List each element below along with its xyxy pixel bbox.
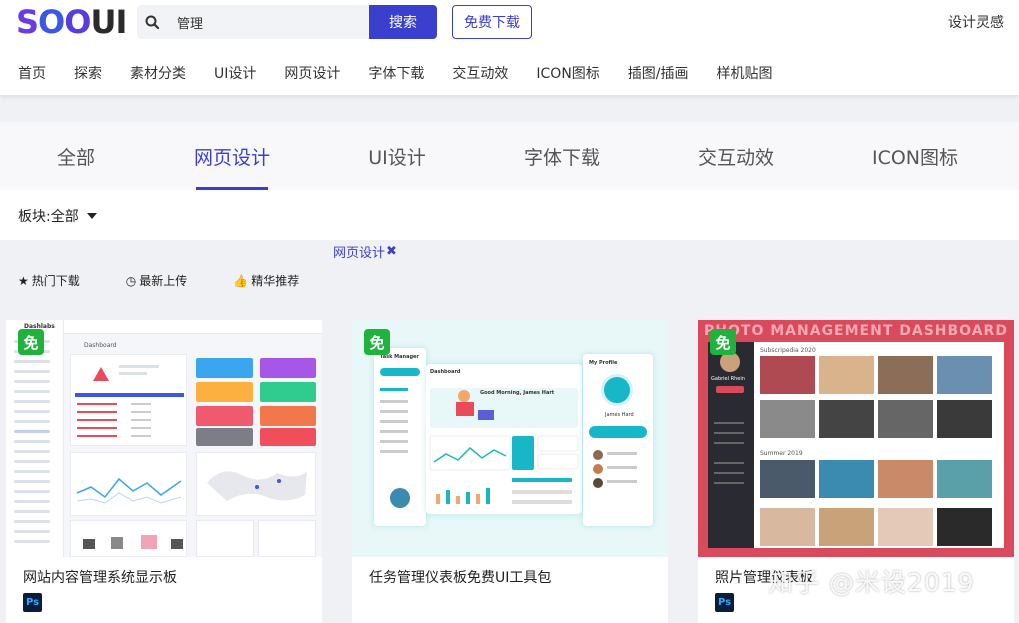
nav-item-motion[interactable]: 交互动效 bbox=[452, 62, 508, 86]
card-thumbnail[interactable]: Dashlabs Dashboard bbox=[6, 320, 322, 557]
sort-hot-downloads[interactable]: ★ 热门下载 bbox=[18, 272, 80, 289]
nav-item-explore[interactable]: 探索 bbox=[74, 62, 102, 86]
tab-fonts[interactable]: 字体下载 bbox=[524, 122, 600, 190]
search-box bbox=[137, 5, 369, 39]
active-filter-tag[interactable]: 网页设计 ✖ bbox=[333, 242, 397, 261]
design-inspiration-link[interactable]: 设计灵感 bbox=[948, 12, 1004, 32]
free-badge: 免 bbox=[710, 329, 736, 355]
free-badge: 免 bbox=[364, 329, 390, 355]
tab-all[interactable]: 全部 bbox=[57, 122, 95, 190]
clock-icon: ◷ bbox=[125, 273, 137, 288]
nav-item-illustration[interactable]: 插图/插画 bbox=[628, 62, 689, 86]
nav-item-web-design[interactable]: 网页设计 bbox=[284, 62, 340, 86]
filter-label: 板块: bbox=[18, 209, 51, 225]
nav-item-mockups[interactable]: 样机贴图 bbox=[717, 62, 773, 86]
search-input[interactable] bbox=[167, 5, 362, 39]
tab-motion[interactable]: 交互动效 bbox=[698, 122, 774, 190]
card-thumbnail[interactable]: PHOTO MANAGEMENT DASHBOARD Gabriel Rhein… bbox=[698, 320, 1014, 557]
free-badge: 免 bbox=[18, 329, 44, 355]
sort-featured[interactable]: 👍 精华推荐 bbox=[233, 272, 299, 289]
card-thumbnail[interactable]: Task Manager Dashboard Good Morning, Jam… bbox=[352, 320, 668, 557]
caret-down-icon bbox=[86, 213, 97, 219]
close-icon[interactable]: ✖ bbox=[386, 244, 397, 259]
filter-row: 板块: 全部 bbox=[0, 190, 1019, 240]
card-title[interactable]: 网站内容管理系统显示板 bbox=[23, 567, 177, 587]
nav-item-icons[interactable]: ICON图标 bbox=[536, 62, 599, 86]
resource-card[interactable]: Dashlabs Dashboard 免 网站内容管理系统显示板 Ps bbox=[6, 320, 322, 623]
main-nav: 首页 探索 素材分类 UI设计 网页设计 字体下载 交互动效 ICON图标 插图… bbox=[0, 62, 783, 86]
site-header: SOOUI 搜索 免费下载 设计灵感 首页 探索 素材分类 UI设计 网页设计 … bbox=[0, 0, 1019, 96]
board-filter-dropdown[interactable]: 板块: 全部 bbox=[18, 206, 97, 226]
category-tabs: 全部 网页设计 UI设计 字体下载 交互动效 ICON图标 bbox=[0, 122, 1019, 190]
sort-options: ★ 热门下载 ◷ 最新上传 👍 精华推荐 bbox=[18, 272, 345, 289]
tab-web-design[interactable]: 网页设计 bbox=[194, 122, 270, 190]
star-icon: ★ bbox=[18, 273, 29, 288]
nav-item-ui-design[interactable]: UI设计 bbox=[214, 62, 256, 86]
watermark: 知乎 @米设2019 bbox=[768, 568, 975, 597]
photoshop-icon: Ps bbox=[715, 593, 734, 612]
card-title[interactable]: 任务管理仪表板免费UI工具包 bbox=[369, 567, 551, 587]
search-icon bbox=[137, 5, 167, 39]
resource-card[interactable]: Task Manager Dashboard Good Morning, Jam… bbox=[352, 320, 668, 623]
thumb-sidebar: Dashlabs bbox=[6, 320, 64, 557]
sort-latest-upload[interactable]: ◷ 最新上传 bbox=[126, 272, 188, 289]
search-button[interactable]: 搜索 bbox=[369, 5, 437, 39]
site-logo[interactable]: S O O UI bbox=[16, 3, 127, 41]
tab-ui-design[interactable]: UI设计 bbox=[368, 122, 426, 190]
nav-item-home[interactable]: 首页 bbox=[18, 62, 46, 86]
photoshop-icon: Ps bbox=[23, 593, 42, 612]
nav-item-fonts[interactable]: 字体下载 bbox=[368, 62, 424, 86]
nav-item-materials[interactable]: 素材分类 bbox=[130, 62, 186, 86]
free-download-button[interactable]: 免费下载 bbox=[452, 5, 532, 39]
filter-value: 全部 bbox=[50, 209, 79, 225]
active-filter-label: 网页设计 bbox=[333, 246, 386, 261]
search-bar: 搜索 bbox=[137, 5, 437, 39]
tab-icons[interactable]: ICON图标 bbox=[872, 122, 958, 190]
thumbs-up-icon: 👍 bbox=[233, 273, 249, 288]
